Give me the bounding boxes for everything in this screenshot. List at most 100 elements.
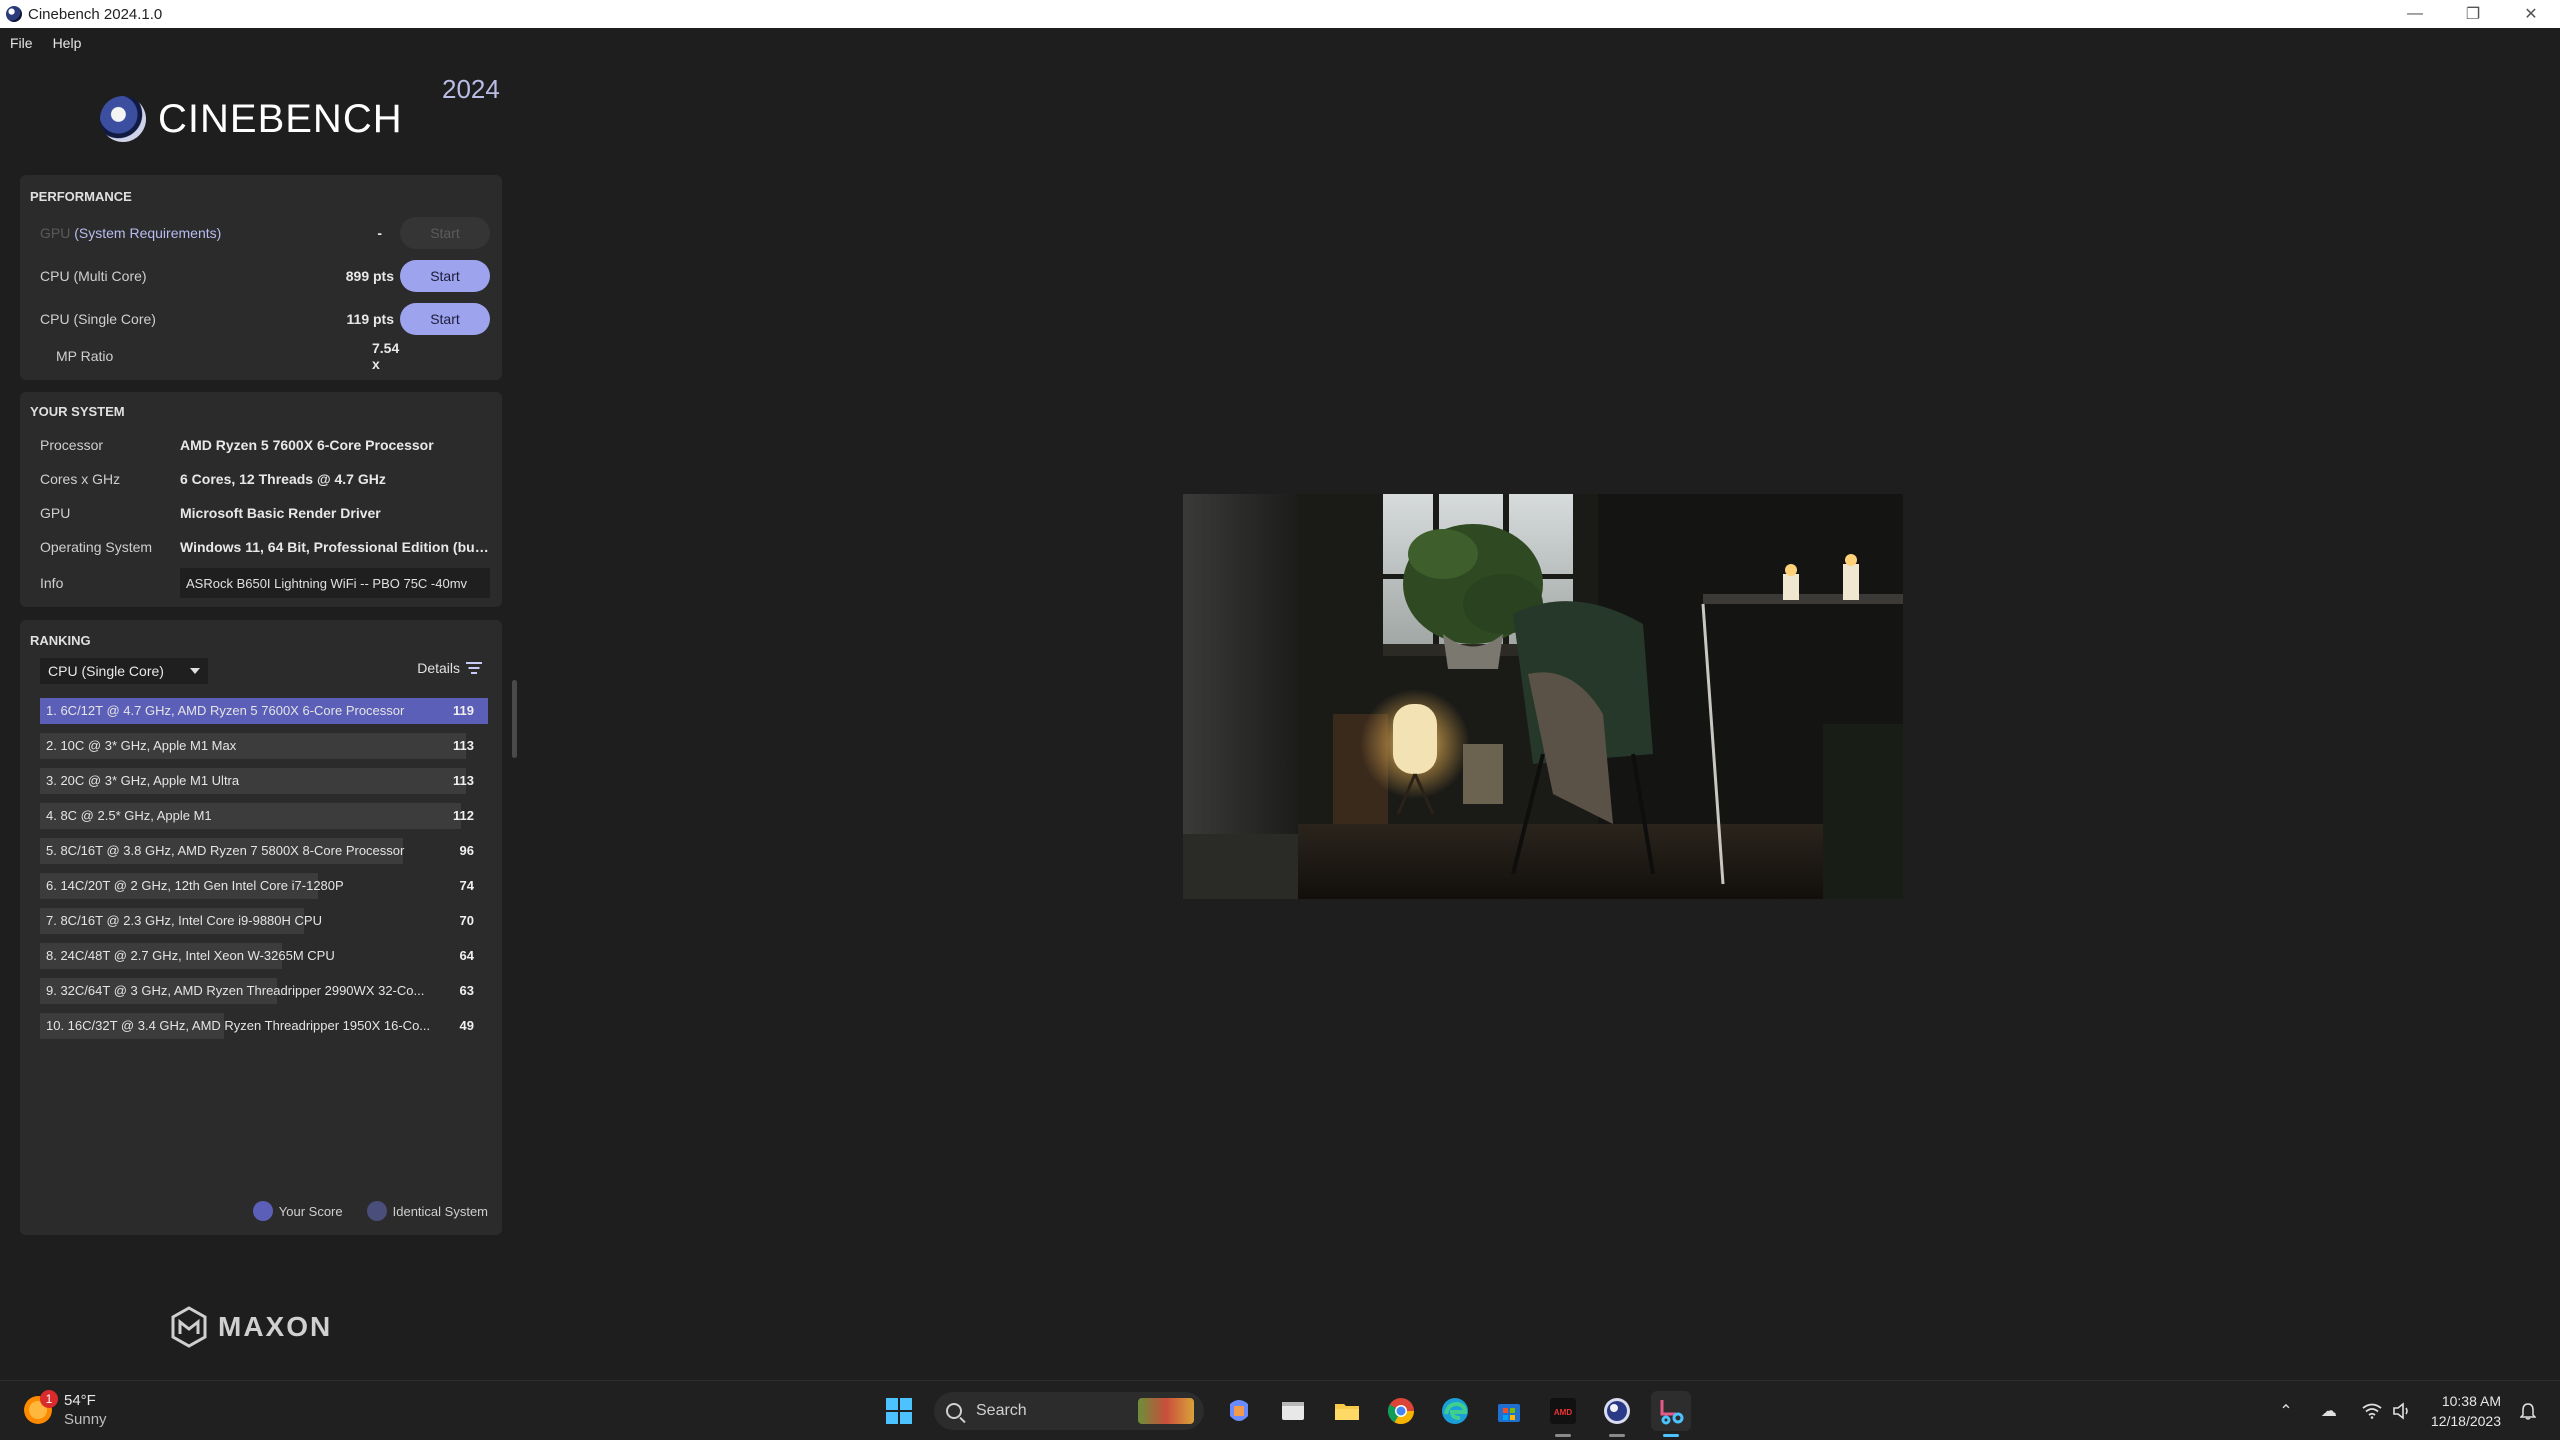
filter-icon [466,662,482,674]
gpu-row: GPU (System Requirements) - Start [40,217,490,249]
ranking-item[interactable]: 8. 24C/48T @ 2.7 GHz, Intel Xeon W-3265M… [40,943,488,969]
cpu-multi-score: 899 pts [345,268,394,284]
your-system-panel: YOUR SYSTEM Processor AMD Ryzen 5 7600X … [20,392,502,607]
clock-time: 10:38 AM [2441,1393,2501,1409]
system-row-gpu: GPU Microsoft Basic Render Driver [40,498,500,528]
cpu-single-score: 119 pts [346,311,394,327]
mp-ratio-label: MP Ratio [56,348,114,364]
ranking-category-dropdown[interactable]: CPU (Single Core) [40,658,208,684]
ranking-item[interactable]: 3. 20C @ 3* GHz, Apple M1 Ultra 113 [40,768,488,794]
cpu-single-start-button[interactable]: Start [400,303,490,335]
cinebench-taskbar-icon[interactable] [1597,1391,1637,1437]
file-explorer-icon[interactable] [1327,1391,1367,1431]
chrome-icon[interactable] [1381,1391,1421,1431]
notifications-bell-icon[interactable] [2514,1397,2542,1425]
details-button[interactable]: Details [417,660,482,676]
snipping-tool-icon[interactable] [1651,1391,1691,1437]
edge-icon[interactable] [1435,1391,1475,1431]
taskbar-clock[interactable]: 10:38 AM 12/18/2023 [2431,1391,2501,1431]
minimize-button[interactable]: — [2386,0,2444,28]
taskbar-search-box[interactable]: Search [934,1392,1204,1430]
weather-widget[interactable]: 1 54°F Sunny [24,1390,107,1429]
close-button[interactable]: ✕ [2502,0,2560,28]
ranking-item[interactable]: 4. 8C @ 2.5* GHz, Apple M1 112 [40,803,488,829]
mp-ratio-value: 7.54 x [372,340,400,372]
system-row-processor: Processor AMD Ryzen 5 7600X 6-Core Proce… [40,430,500,460]
volume-icon[interactable] [2388,1397,2416,1425]
cinebench-sphere-icon [100,96,146,142]
ranking-item[interactable]: 10. 16C/32T @ 3.4 GHz, AMD Ryzen Threadr… [40,1013,488,1039]
ranking-item-name: 2. 10C @ 3* GHz, Apple M1 Max [46,738,237,753]
ranking-item[interactable]: 5. 8C/16T @ 3.8 GHz, AMD Ryzen 7 5800X 8… [40,838,488,864]
ranking-item-score: 64 [459,948,474,963]
system-value: 6 Cores, 12 Threads @ 4.7 GHz [180,471,386,487]
chevron-down-icon [190,668,200,674]
details-label: Details [417,660,460,676]
cpu-multi-label: CPU (Multi Core) [40,268,147,284]
sun-icon: 1 [24,1390,58,1424]
sidebar-scrollbar[interactable] [512,680,517,758]
ranking-legend: Your Score Identical System [229,1201,488,1221]
restore-button[interactable]: ❐ [2444,0,2502,28]
ranking-item-name: 8. 24C/48T @ 2.7 GHz, Intel Xeon W-3265M… [46,948,335,963]
copilot-icon[interactable] [1219,1391,1259,1431]
your-system-title: YOUR SYSTEM [30,404,125,419]
cpu-multi-row: CPU (Multi Core) 899 pts Start [40,260,490,292]
ranking-item[interactable]: 9. 32C/64T @ 3 GHz, AMD Ryzen Threadripp… [40,978,488,1004]
ranking-item[interactable]: 7. 8C/16T @ 2.3 GHz, Intel Core i9-9880H… [40,908,488,934]
your-score-swatch [252,1201,273,1221]
cpu-multi-start-button[interactable]: Start [400,260,490,292]
ranking-item-score: 70 [459,913,474,928]
show-hidden-icons-chevron-up-icon[interactable]: ⌃ [2272,1397,2300,1425]
ranking-item-score: 49 [459,1018,474,1033]
info-input[interactable]: ASRock B650I Lightning WiFi -- PBO 75C -… [180,568,490,598]
system-key: Operating System [40,539,153,555]
cinebench-wordmark: CINEBENCH [158,96,403,141]
cinebench-year: 2024 [442,74,500,104]
search-placeholder: Search [976,1402,1027,1419]
menu-file[interactable]: File [10,35,33,51]
maxon-wordmark: MAXON [218,1311,333,1342]
microsoft-store-icon[interactable] [1489,1391,1529,1431]
ranking-item-score: 113 [453,738,474,753]
ranking-item[interactable]: 1. 6C/12T @ 4.7 GHz, AMD Ryzen 5 7600X 6… [40,698,488,724]
wifi-icon[interactable] [2358,1397,2386,1425]
system-key: Processor [40,437,104,453]
ranking-item-score: 63 [459,983,474,998]
gpu-score: - [377,225,382,241]
system-requirements-link[interactable]: (System Requirements) [74,225,221,241]
weather-condition: Sunny [64,1411,107,1428]
ranking-item[interactable]: 2. 10C @ 3* GHz, Apple M1 Max 113 [40,733,488,759]
search-icon [946,1403,962,1419]
ranking-item-name: 6. 14C/20T @ 2 GHz, 12th Gen Intel Core … [46,878,344,893]
identical-system-swatch [366,1201,387,1221]
window-title: Cinebench 2024.1.0 [28,5,163,23]
notification-badge: 1 [40,1390,58,1408]
gpu-label: GPU [40,225,71,241]
system-value: Microsoft Basic Render Driver [180,505,381,521]
cinebench-logo: CINEBENCH [100,96,403,142]
ranking-item[interactable]: 6. 14C/20T @ 2 GHz, 12th Gen Intel Core … [40,873,488,899]
system-tray: ⌃ ☁ 10:38 AM 12/18/2023 [2271,1381,2560,1440]
onedrive-icon[interactable]: ☁ [2315,1397,2343,1425]
render-scene [1183,494,1903,899]
window-controls: — ❐ ✕ [2386,0,2560,28]
maxon-mark-icon [171,1306,207,1348]
taskbar-apps: Search AMD [872,1391,1698,1437]
system-value: AMD Ryzen 5 7600X 6-Core Processor [180,437,434,453]
ranking-item-name: 9. 32C/64T @ 3 GHz, AMD Ryzen Threadripp… [46,983,425,998]
windows-start-icon[interactable] [879,1391,919,1431]
ranking-item-name: 4. 8C @ 2.5* GHz, Apple M1 [46,808,212,823]
menu-help[interactable]: Help [53,35,82,51]
amd-software-icon[interactable]: AMD [1543,1391,1583,1437]
title-bar: Cinebench 2024.1.0 — ❐ ✕ [0,0,2560,28]
terminal-icon[interactable] [1273,1391,1313,1431]
search-highlight-icon [1138,1398,1194,1424]
ranking-panel: RANKING CPU (Single Core) Details 1. 6C/… [20,620,502,1235]
legend-identical-system: Identical System [366,1201,488,1221]
gpu-start-button[interactable]: Start [400,217,490,249]
ranking-item-score: 112 [453,808,474,823]
ranking-item-name: 10. 16C/32T @ 3.4 GHz, AMD Ryzen Threadr… [46,1018,431,1033]
system-value: Windows 11, 64 Bit, Professional Edition… [180,539,490,555]
menu-bar: File Help [0,28,91,58]
